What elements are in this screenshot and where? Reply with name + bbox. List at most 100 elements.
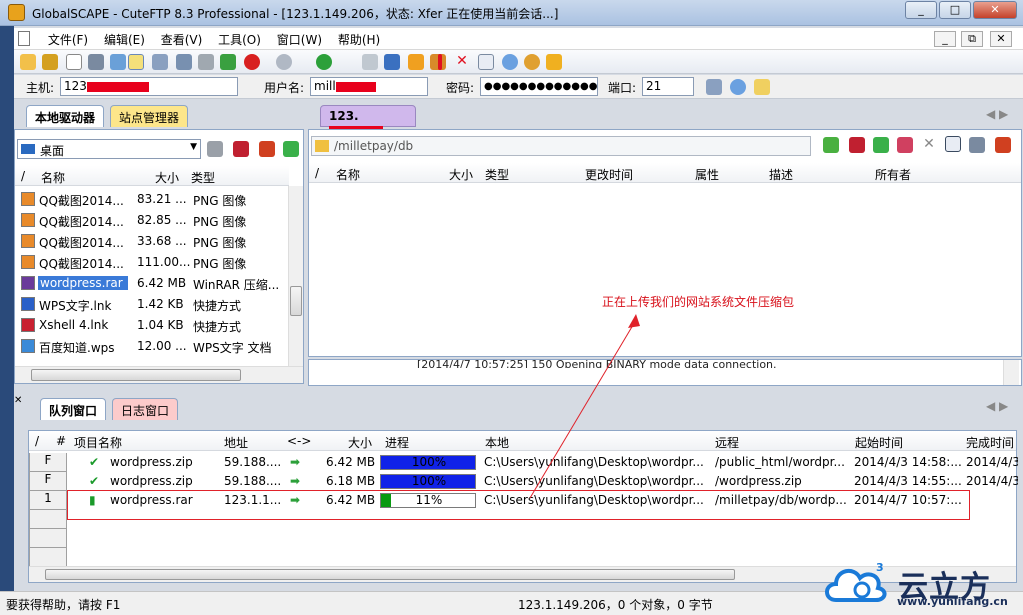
mdi-minimize-button[interactable]: _	[934, 31, 956, 47]
close-button[interactable]: ✕	[973, 1, 1017, 19]
toolbar: ✕	[14, 50, 1023, 74]
quick-connect-icon[interactable]	[88, 54, 104, 70]
close-panel-icon[interactable]: ✕	[14, 395, 22, 406]
scroll-thumb[interactable]	[290, 286, 302, 316]
col-size[interactable]: 大小	[155, 169, 179, 186]
file-row[interactable]: QQ截图2014... 33.68 ... PNG 图像	[19, 231, 289, 252]
view-mode-icon[interactable]	[945, 136, 961, 152]
col-modified[interactable]: 更改时间	[585, 166, 633, 183]
col-type[interactable]: 类型	[191, 169, 215, 186]
library-icon[interactable]	[849, 137, 865, 153]
port-input[interactable]: 21	[642, 77, 694, 96]
refresh-local-icon[interactable]	[283, 141, 299, 157]
file-row[interactable]: WPS文字.lnk 1.42 KB 快捷方式	[19, 294, 289, 315]
edit-icon[interactable]	[362, 54, 378, 70]
library-icon[interactable]	[233, 141, 249, 157]
new-icon[interactable]	[66, 54, 82, 70]
upload-icon[interactable]	[316, 54, 332, 70]
mdi-restore-button[interactable]: ⧉	[961, 31, 983, 47]
connect-icon[interactable]	[110, 54, 126, 70]
png-file-icon	[21, 255, 35, 269]
folder-icon	[315, 140, 329, 152]
host-label: 主机:	[26, 81, 55, 95]
location-value: 桌面	[40, 144, 65, 158]
local-vertical-scrollbar[interactable]	[288, 186, 303, 366]
tab-log[interactable]: 日志窗口	[112, 398, 179, 420]
download-icon[interactable]	[276, 54, 292, 70]
complete-check-icon: ✔	[89, 455, 100, 469]
log-scrollbar[interactable]	[1003, 360, 1019, 385]
annotation-arrow	[529, 314, 640, 499]
col-slash: /	[21, 169, 26, 183]
file-row-selected[interactable]: wordpress.rar 6.42 MB WinRAR 压缩...	[19, 273, 289, 294]
col-size[interactable]: 大小	[449, 166, 473, 183]
local-horizontal-scrollbar[interactable]	[15, 366, 303, 383]
left-tab-strip: 本地驱动器 站点管理器	[14, 103, 304, 127]
tab-site-manager[interactable]: 站点管理器	[110, 105, 189, 127]
new-folder-icon[interactable]	[995, 137, 1011, 153]
settings-icon[interactable]	[730, 79, 746, 95]
menu-edit[interactable]: 编辑(E)	[98, 28, 151, 51]
menu-tools[interactable]: 工具(O)	[212, 28, 267, 51]
mdi-close-button[interactable]: ✕	[990, 31, 1012, 47]
maximize-button[interactable]: □	[939, 1, 971, 19]
username-input[interactable]: mill	[310, 77, 428, 96]
reconnect-icon[interactable]	[152, 54, 168, 70]
select-icon[interactable]	[128, 54, 144, 70]
file-row[interactable]: QQ截图2014... 83.21 ... PNG 图像	[19, 189, 289, 210]
print-icon[interactable]	[198, 54, 214, 70]
file-row[interactable]: Xshell 4.lnk 1.04 KB 快捷方式	[19, 315, 289, 336]
scroll-thumb[interactable]	[45, 569, 735, 580]
col-name[interactable]: 名称	[41, 169, 65, 186]
disconnect-icon[interactable]	[176, 54, 192, 70]
menu-file[interactable]: 文件(F)	[42, 28, 94, 51]
file-row[interactable]: QQ截图2014... 111.00... PNG 图像	[19, 252, 289, 273]
scroll-thumb[interactable]	[31, 369, 241, 381]
filter-icon[interactable]	[897, 137, 913, 153]
col-owner[interactable]: 所有者	[875, 166, 911, 183]
new-folder-icon[interactable]	[259, 141, 275, 157]
progress-bar: 100%	[380, 474, 476, 489]
menu-view[interactable]: 查看(V)	[155, 28, 209, 51]
col-type[interactable]: 类型	[485, 166, 509, 183]
connect-icon[interactable]	[706, 79, 722, 95]
tab-scroll-arrows[interactable]: ◀ ▶	[986, 107, 1008, 121]
stop-icon[interactable]	[244, 54, 260, 70]
host-input[interactable]: 123	[60, 77, 238, 96]
col-description[interactable]: 描述	[769, 166, 793, 183]
support-icon[interactable]	[524, 54, 540, 70]
tab-local-drives[interactable]: 本地驱动器	[26, 105, 105, 127]
file-row[interactable]: QQ截图2014... 82.85 ... PNG 图像	[19, 210, 289, 231]
tab-remote-site[interactable]: 123.	[320, 105, 416, 136]
add-site-icon[interactable]	[754, 79, 770, 95]
properties-icon[interactable]	[478, 54, 494, 70]
search-icon[interactable]	[969, 137, 985, 153]
menu-bar: 文件(F) 编辑(E) 查看(V) 工具(O) 窗口(W) 帮助(H)	[14, 28, 1023, 50]
tab-queue[interactable]: 队列窗口	[40, 398, 107, 420]
rar-file-icon	[21, 276, 35, 290]
shield-icon[interactable]	[546, 54, 562, 70]
exclaim-icon[interactable]	[438, 54, 442, 70]
open-icon[interactable]	[20, 54, 36, 70]
col-attributes[interactable]: 属性	[695, 166, 719, 183]
menu-window[interactable]: 窗口(W)	[271, 28, 328, 51]
upload-arrow-icon: ➡	[290, 455, 301, 469]
folder-up-icon[interactable]	[823, 137, 839, 153]
folder-icon[interactable]	[408, 54, 424, 70]
wizard-icon[interactable]	[42, 54, 58, 70]
view-icon[interactable]	[384, 54, 400, 70]
refresh-remote-icon[interactable]	[873, 137, 889, 153]
location-select[interactable]: 桌面 ▼	[17, 139, 201, 159]
refresh-icon[interactable]	[220, 54, 236, 70]
remote-path-bar[interactable]: /milletpay/db	[311, 136, 811, 156]
col-name[interactable]: 名称	[336, 166, 360, 183]
delete-icon[interactable]: ✕	[921, 137, 937, 153]
menu-help[interactable]: 帮助(H)	[332, 28, 386, 51]
delete-icon[interactable]: ✕	[454, 54, 470, 70]
settings-icon[interactable]	[502, 54, 518, 70]
file-row[interactable]: 百度知道.wps 12.00 ... WPS文字 文档	[19, 336, 289, 357]
tab-scroll-arrows[interactable]: ◀ ▶	[986, 399, 1008, 413]
folder-up-icon[interactable]	[207, 141, 223, 157]
minimize-button[interactable]: _	[905, 1, 937, 19]
password-input[interactable]: ●●●●●●●●●●●●●●	[480, 77, 598, 96]
